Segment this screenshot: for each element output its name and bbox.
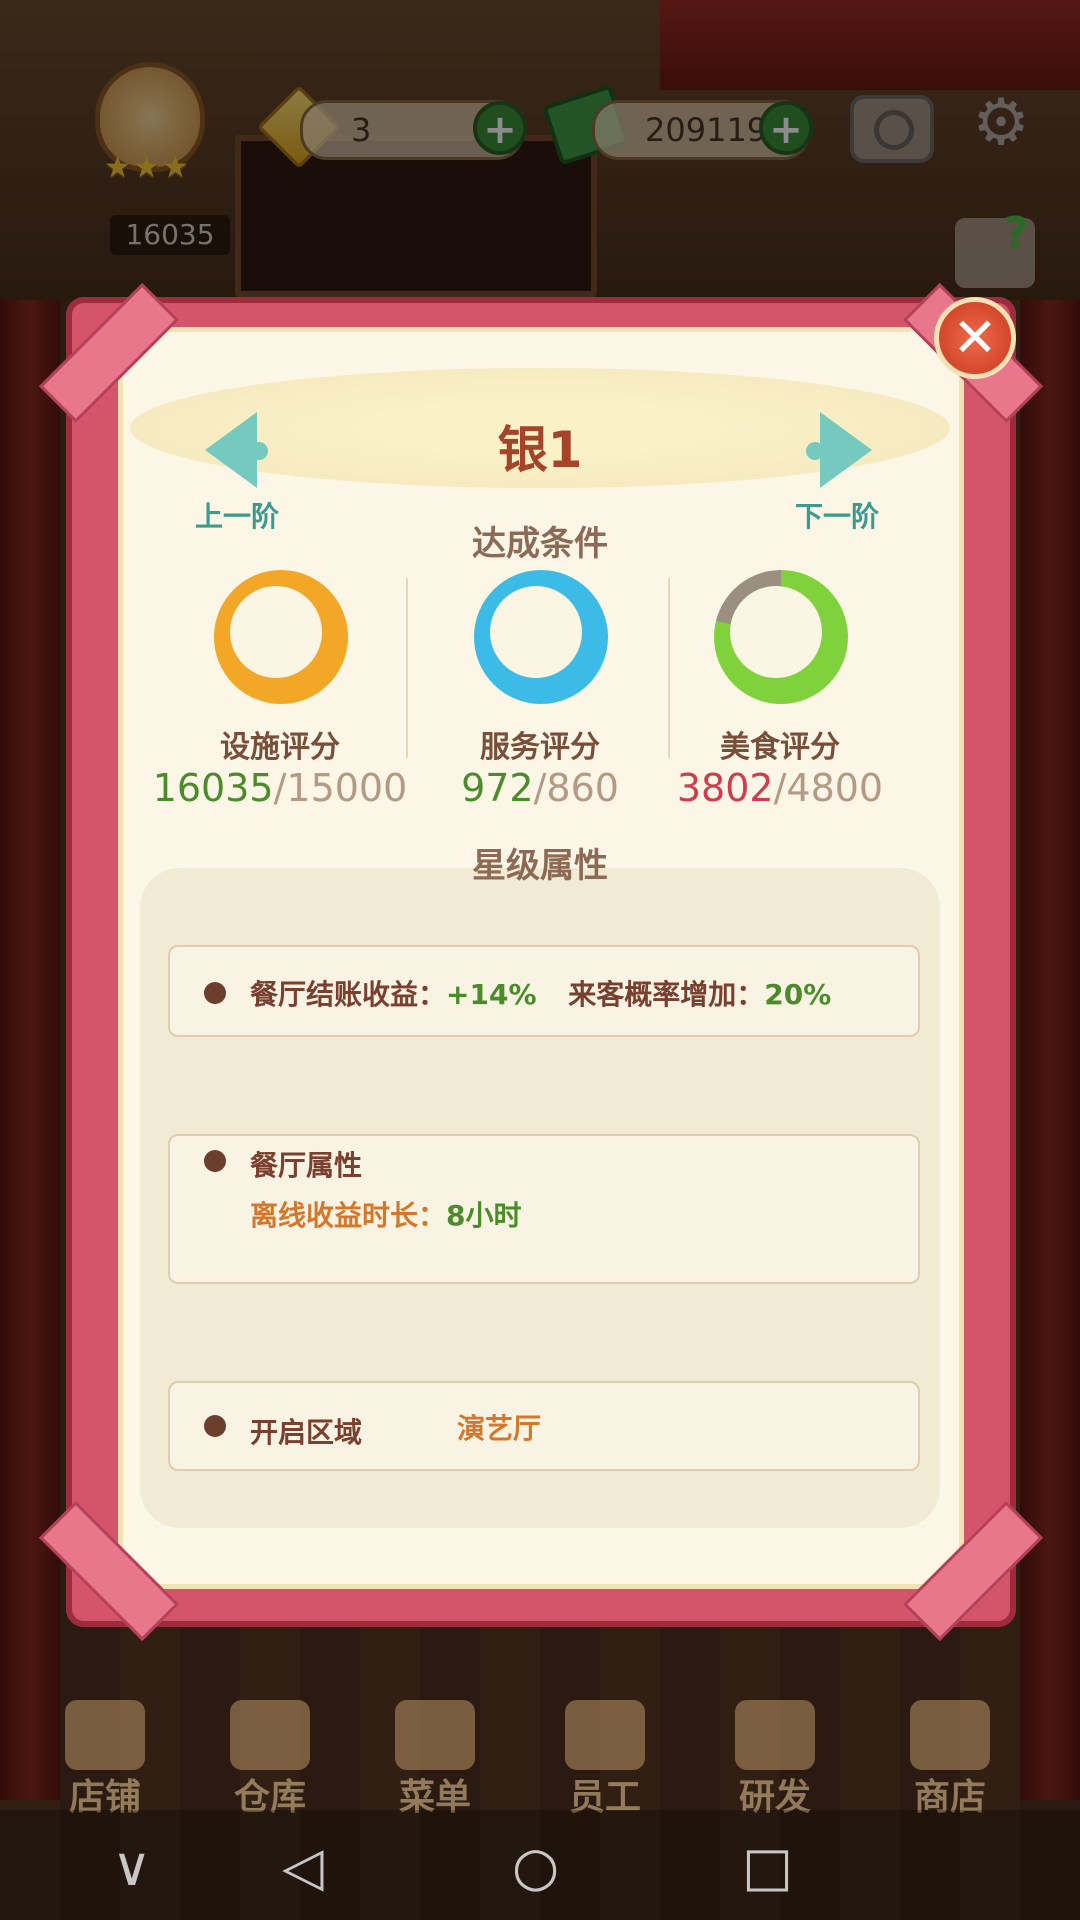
facility-score-target: /15000 xyxy=(273,766,408,810)
tab-staff[interactable]: 员工 xyxy=(530,1700,680,1818)
food-progress-ring xyxy=(714,570,848,704)
conditions-title: 达成条件 xyxy=(472,524,608,564)
back-button[interactable]: ◁ xyxy=(282,1840,324,1894)
bullet-icon xyxy=(204,1415,226,1437)
recents-button[interactable]: □ xyxy=(742,1840,793,1894)
cauldron-icon xyxy=(230,586,322,678)
food-score-label: 美食评分 xyxy=(720,730,840,765)
facility-score-label: 设施评分 xyxy=(220,730,340,765)
food-score-value: 3802/4800 xyxy=(650,766,910,810)
tab-menu[interactable]: 菜单 xyxy=(360,1700,510,1818)
service-score-value: 972/860 xyxy=(410,766,670,810)
collapse-button[interactable]: ∨ xyxy=(112,1840,152,1894)
visitor-rate-label: 来客概率增加： xyxy=(568,978,765,1011)
system-nav-bar: ∨ ◁ ○ □ xyxy=(0,1810,1080,1920)
service-score-label: 服务评分 xyxy=(480,730,600,765)
checkout-bonus-text: 餐厅结账收益：+14% 来客概率增加：20% xyxy=(250,973,831,1013)
crate-icon xyxy=(230,1700,310,1770)
facility-score-column: 设施评分 16035/15000 xyxy=(150,570,410,810)
bottom-tab-bar: 店铺 仓库 菜单 员工 研发 商店 xyxy=(0,1700,1080,1818)
prev-tier-button[interactable]: 上一阶 xyxy=(195,495,279,535)
service-progress-ring xyxy=(474,570,608,704)
restaurant-attribute-box: 餐厅属性 离线收益时长：8小时 xyxy=(168,1134,920,1284)
chef-icon xyxy=(565,1700,645,1770)
food-score-target: /4800 xyxy=(773,766,884,810)
restaurant-attribute-title: 餐厅属性 xyxy=(250,1149,363,1182)
serving-tray-icon xyxy=(490,586,582,678)
facility-score-value: 16035/15000 xyxy=(150,766,410,810)
clipboard-icon xyxy=(395,1700,475,1770)
recipe-book-icon xyxy=(730,586,822,678)
wok-icon xyxy=(735,1700,815,1770)
unlock-area-box: 开启区域 演艺厅 xyxy=(168,1381,920,1471)
tab-store[interactable]: 商店 xyxy=(875,1700,1025,1818)
bullet-icon xyxy=(204,982,226,1004)
service-score-current: 972 xyxy=(461,766,534,810)
tier-title: 银1 xyxy=(497,421,583,479)
visitor-rate-value: 20% xyxy=(764,978,832,1011)
facility-progress-ring xyxy=(214,570,348,704)
prev-arrow-dot xyxy=(250,442,268,460)
next-arrow-dot xyxy=(806,442,824,460)
unlock-area-label: 开启区域 xyxy=(250,1416,363,1449)
home-button[interactable]: ○ xyxy=(512,1840,559,1894)
service-score-target: /860 xyxy=(533,766,619,810)
tab-shop-front[interactable]: 店铺 xyxy=(30,1700,180,1818)
service-score-column: 服务评分 972/860 xyxy=(410,570,670,810)
next-tier-arrow-icon[interactable] xyxy=(820,412,872,488)
next-tier-button[interactable]: 下一阶 xyxy=(795,495,879,535)
food-score-column: 美食评分 3802/4800 xyxy=(650,570,910,810)
offline-income-value: 8小时 xyxy=(446,1199,522,1232)
unlock-area-value: 演艺厅 xyxy=(457,1412,542,1445)
offline-income-text: 离线收益时长：8小时 xyxy=(250,1194,522,1234)
checkout-income-value: +14% xyxy=(446,978,537,1011)
store-icon xyxy=(910,1700,990,1770)
tab-research[interactable]: 研发 xyxy=(700,1700,850,1818)
close-button[interactable]: ✕ xyxy=(934,297,1016,379)
checkout-bonus-box: 餐厅结账收益：+14% 来客概率增加：20% xyxy=(168,945,920,1037)
bullet-icon xyxy=(204,1150,226,1172)
storefront-icon xyxy=(65,1700,145,1770)
star-attributes-title: 星级属性 xyxy=(472,846,608,886)
checkout-income-label: 餐厅结账收益： xyxy=(250,978,447,1011)
tab-warehouse[interactable]: 仓库 xyxy=(195,1700,345,1818)
offline-income-label: 离线收益时长： xyxy=(250,1199,447,1232)
food-score-current: 3802 xyxy=(676,766,774,810)
column-divider xyxy=(406,578,408,758)
facility-score-current: 16035 xyxy=(152,766,274,810)
